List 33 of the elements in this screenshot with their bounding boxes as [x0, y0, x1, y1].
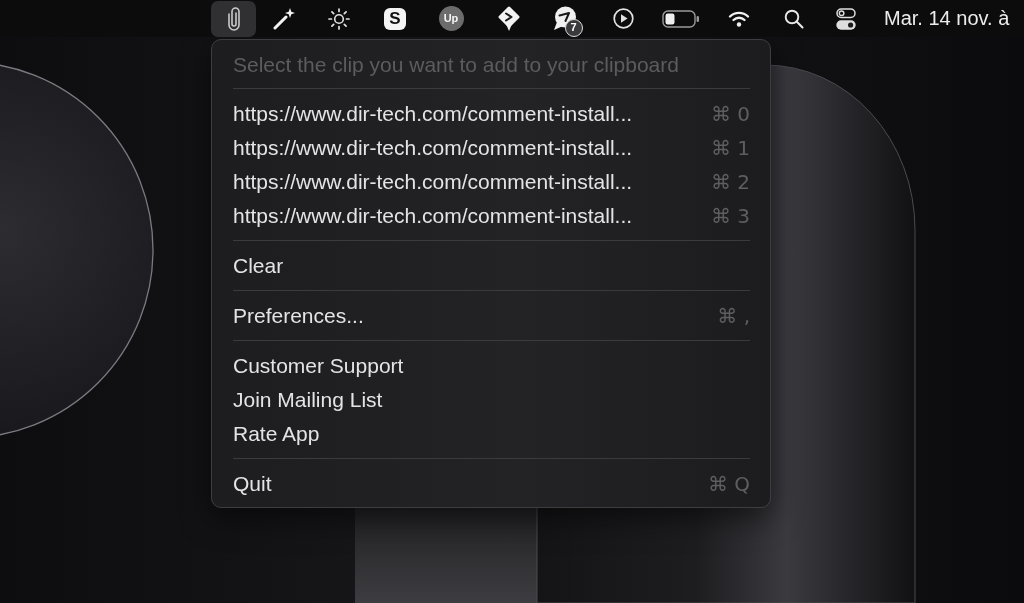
keyboard-shortcut: ⌘ 0 — [710, 102, 750, 126]
menu-bar-button[interactable]: Up — [423, 0, 479, 37]
sun-icon — [328, 7, 350, 30]
date-time[interactable]: Mar. 14 nov. à — [884, 7, 1010, 30]
keyboard-shortcut: ⌘ 2 — [710, 170, 750, 194]
menu-bar-button[interactable] — [211, 0, 256, 37]
magic-wand-icon — [272, 7, 295, 30]
keyboard-shortcut: ⌘ , — [717, 304, 750, 328]
menu-item[interactable]: Rate App — [233, 422, 320, 446]
menu-item[interactable]: https://www.dir-tech.com/comment-install... — [233, 170, 633, 194]
keyboard-shortcut: ⌘ 1 — [710, 136, 750, 160]
keyboard-shortcut: ⌘ 3 — [710, 204, 750, 228]
menu-item[interactable]: Customer Support — [233, 354, 404, 378]
keyboard-shortcut: ⌘ Q — [707, 472, 750, 496]
menu-item[interactable]: Preferences... — [233, 304, 364, 328]
play-circle-icon — [612, 8, 634, 29]
menu-item[interactable]: https://www.dir-tech.com/comment-install... — [233, 204, 633, 228]
menu-item[interactable]: Clear — [233, 254, 284, 278]
menu-item[interactable]: Quit — [233, 472, 272, 496]
search-icon — [783, 8, 804, 29]
menu-item[interactable]: https://www.dir-tech.com/comment-install... — [233, 102, 633, 126]
diamond-chevron-icon — [497, 6, 520, 31]
menu-item[interactable]: Join Mailing List — [233, 388, 383, 412]
battery-icon — [661, 9, 700, 28]
toggle-switches-icon — [836, 7, 856, 30]
wifi-icon — [727, 10, 750, 27]
menu-bar-button[interactable]: 7 — [538, 0, 595, 37]
menu-bar-button[interactable]: S — [367, 0, 423, 37]
up-app-logo: Up — [438, 6, 464, 31]
s-app-logo: S — [384, 7, 406, 30]
menu-item[interactable]: https://www.dir-tech.com/comment-install... — [233, 136, 633, 160]
paperclip-icon — [226, 6, 241, 31]
menu-header: Select the clip you want to add to your clipboard — [233, 52, 679, 77]
